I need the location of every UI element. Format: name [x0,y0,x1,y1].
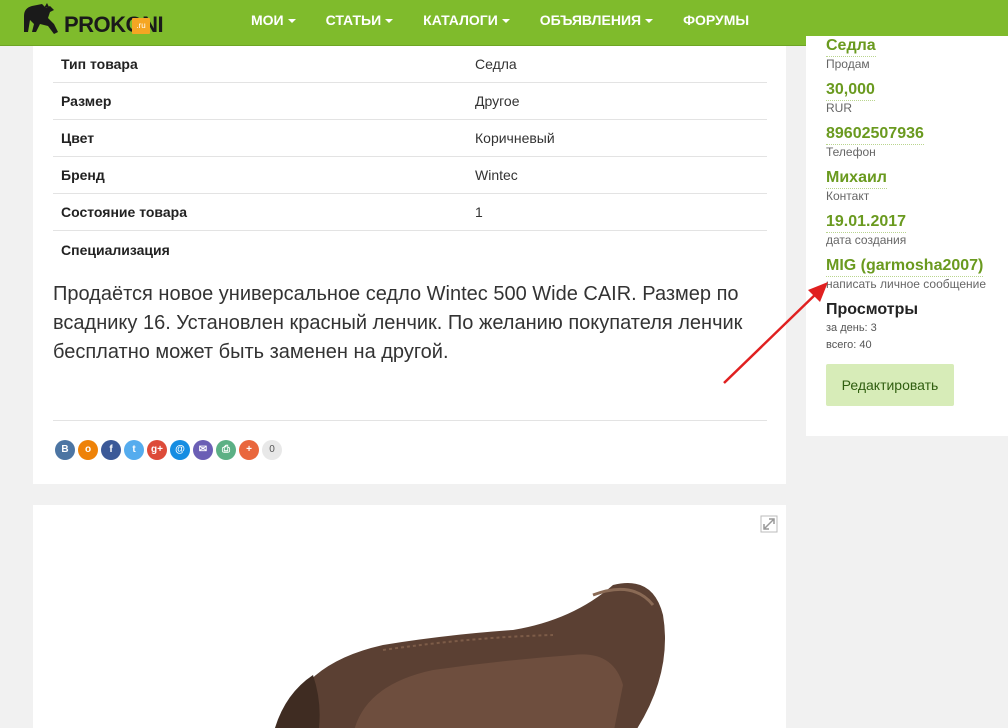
nav-item-ads[interactable]: ОБЪЯВЛЕНИЯ [525,0,668,40]
main-nav: МОИ СТАТЬИ КАТАЛОГИ ОБЪЯВЛЕНИЯ ФОРУМЫ [236,0,764,46]
property-value: Другое [475,93,520,109]
listing-description: Продаётся новое универсальное седло Wint… [53,283,743,363]
phone-label: Телефон [826,145,876,159]
table-row: Состояние товара 1 [53,194,767,231]
mailru-icon[interactable]: @ [170,440,190,460]
sidebar-phone: 89602507936 Телефон [826,124,924,160]
sidebar-card: Седла Продам 30,000 RUR 89602507936 Теле… [806,36,1008,436]
created-date[interactable]: 19.01.2017 [826,212,907,233]
property-value: 1 [475,204,483,220]
property-value: Седла [475,56,517,72]
category-label: Продам [826,57,870,71]
category-link[interactable]: Седла [826,36,876,57]
views-total: всего: 40 [826,339,872,351]
twitter-icon[interactable]: t [124,440,144,460]
nav-label: МОИ [251,12,284,28]
share-count: 0 [262,440,282,460]
nav-label: КАТАЛОГИ [423,12,498,28]
sidebar-created: 19.01.2017 дата создания [826,212,906,248]
caret-down-icon [287,19,296,24]
facebook-icon[interactable]: f [101,440,121,460]
sidebar-category: Седла Продам [826,36,876,72]
print-icon[interactable]: ⎙ [216,440,236,460]
saddle-photo[interactable] [213,575,713,728]
phone-value[interactable]: 89602507936 [826,124,924,145]
share-bar: В о f t g+ @ ✉ ⎙ + 0 [55,440,282,460]
contact-label: Контакт [826,189,870,203]
property-key: Бренд [61,167,105,183]
views-per-day: за день: 3 [826,322,877,334]
nav-item-moi[interactable]: МОИ [236,0,311,40]
caret-down-icon [501,19,510,24]
google-plus-icon[interactable]: g+ [147,440,167,460]
nav-item-forums[interactable]: ФОРУМЫ [668,0,764,40]
table-row: Специализация [53,231,767,268]
property-key: Тип товара [61,56,138,72]
properties-table: Тип товара Седла Размер Другое Цвет Кори… [53,46,767,268]
private-message-link[interactable]: написать личное сообщение [826,277,986,292]
views-heading: Просмотры [826,301,919,318]
listing-card: Тип товара Седла Размер Другое Цвет Кори… [33,46,786,484]
contact-value[interactable]: Михаил [826,168,887,189]
nav-label: СТАТЬИ [325,12,382,28]
nav-item-articles[interactable]: СТАТЬИ [311,0,409,40]
property-value: Коричневый [475,130,555,146]
expand-icon[interactable] [760,515,778,533]
divider [53,420,767,421]
property-key: Специализация [61,241,170,258]
price-value[interactable]: 30,000 [826,80,875,101]
table-row: Тип товара Седла [53,46,767,83]
site-logo[interactable]: PROKONI .ru [20,2,164,42]
property-key: Размер [61,93,112,109]
horse-logo-icon [24,3,58,34]
author-link[interactable]: MIG (garmosha2007) [826,256,984,277]
table-row: Бренд Wintec [53,157,767,194]
property-key: Состояние товара [61,204,187,220]
created-label: дата создания [826,233,907,247]
more-icon[interactable]: + [239,440,259,460]
sidebar-price: 30,000 RUR [826,80,875,116]
odnoklassniki-icon[interactable]: о [78,440,98,460]
sidebar-author: MIG (garmosha2007) написать личное сообщ… [826,256,986,292]
nav-label: ОБЪЯВЛЕНИЯ [539,12,642,28]
edit-button[interactable]: Редактировать [826,364,954,406]
email-icon[interactable]: ✉ [193,440,213,460]
table-row: Цвет Коричневый [53,120,767,157]
nav-item-catalogs[interactable]: КАТАЛОГИ [408,0,525,40]
caret-down-icon [645,19,654,24]
table-row: Размер Другое [53,83,767,120]
vk-icon[interactable]: В [55,440,75,460]
photo-card [33,505,786,728]
currency-label: RUR [826,101,852,115]
nav-label: ФОРУМЫ [683,12,750,28]
sidebar-contact: Михаил Контакт [826,168,887,204]
caret-down-icon [385,19,394,24]
logo-badge: .ru [132,18,150,34]
sidebar-views: Просмотры за день: 3 всего: 40 [826,300,918,354]
property-value: Wintec [475,167,518,183]
property-key: Цвет [61,130,95,146]
